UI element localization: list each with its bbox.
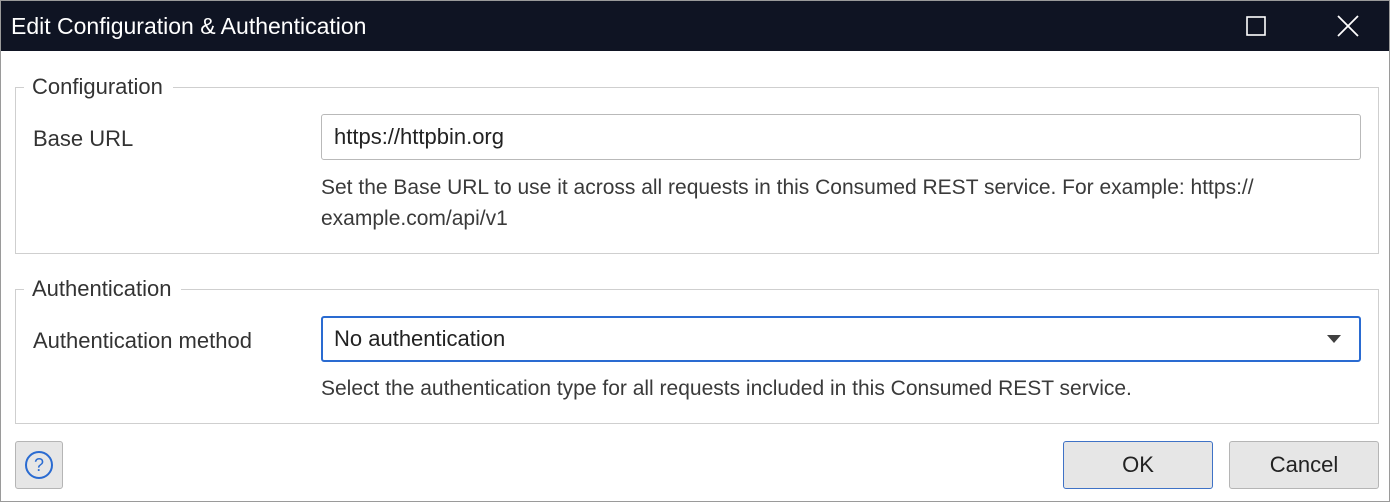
base-url-label: Base URL [33,126,134,151]
authentication-method-label: Authentication method [33,328,252,353]
dialog-window: Edit Configuration & Authentication Conf… [0,0,1390,502]
maximize-icon [1246,16,1266,36]
configuration-legend: Configuration [32,74,163,99]
base-url-input[interactable]: https://httpbin.org [321,114,1361,160]
authentication-method-select[interactable]: No authentication [321,316,1361,362]
ok-button[interactable]: OK [1063,441,1213,489]
authentication-legend: Authentication [32,276,172,301]
close-icon [1337,15,1359,37]
base-url-value: https://httpbin.org [334,124,504,149]
title-bar[interactable]: Edit Configuration & Authentication [1,1,1389,51]
authentication-method-value: No authentication [334,326,506,351]
maximize-button[interactable] [1233,1,1279,51]
close-button[interactable] [1325,1,1371,51]
cancel-button[interactable]: Cancel [1229,441,1379,489]
help-icon: ? [25,451,53,479]
chevron-down-icon [1327,335,1341,343]
window-title: Edit Configuration & Authentication [11,13,367,39]
authentication-method-hint: Select the authentication type for all r… [321,377,1132,400]
help-button[interactable]: ? [15,441,63,489]
base-url-hint: Set the Base URL to use it across all re… [321,176,1254,230]
